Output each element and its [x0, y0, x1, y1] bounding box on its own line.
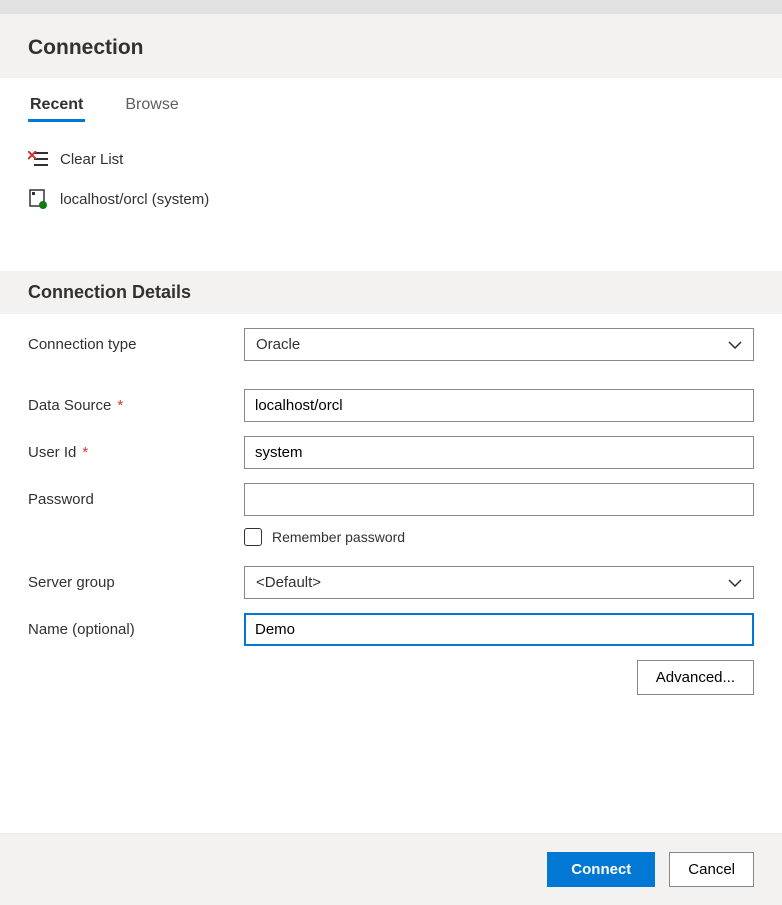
row-remember: Remember password	[244, 528, 754, 546]
advanced-button-wrap: Advanced...	[28, 660, 754, 695]
server-group-value: <Default>	[256, 574, 321, 591]
label-name: Name (optional)	[28, 621, 244, 638]
label-data-source: Data Source *	[28, 397, 244, 414]
recent-connection-item[interactable]: localhost/orcl (system)	[28, 181, 754, 221]
password-input[interactable]	[244, 483, 754, 516]
label-data-source-text: Data Source	[28, 397, 111, 414]
row-data-source: Data Source *	[28, 389, 754, 422]
name-input[interactable]	[244, 613, 754, 646]
advanced-button[interactable]: Advanced...	[637, 660, 754, 695]
connection-details-form: Connection type Oracle Data Source * Use…	[0, 314, 782, 713]
connection-type-value: Oracle	[256, 336, 300, 353]
tab-browse[interactable]: Browse	[123, 92, 180, 121]
row-name: Name (optional)	[28, 613, 754, 646]
details-section-header: Connection Details	[0, 271, 782, 314]
row-password: Password	[28, 483, 754, 516]
tabs-panel: Recent Browse Clear List	[0, 78, 782, 271]
connection-header: Connection	[0, 14, 782, 78]
server-online-icon	[28, 189, 48, 209]
required-marker: *	[117, 397, 123, 414]
window-top-strip	[0, 0, 782, 14]
connect-button[interactable]: Connect	[547, 852, 655, 887]
row-user-id: User Id *	[28, 436, 754, 469]
tab-recent[interactable]: Recent	[28, 92, 85, 121]
connection-type-select-wrap: Oracle	[244, 328, 754, 361]
row-server-group: Server group <Default>	[28, 566, 754, 599]
data-source-input[interactable]	[244, 389, 754, 422]
remember-password-checkbox[interactable]	[244, 528, 262, 546]
server-group-select[interactable]: <Default>	[244, 566, 754, 599]
label-user-id-text: User Id	[28, 444, 76, 461]
cancel-button[interactable]: Cancel	[669, 852, 754, 887]
label-connection-type: Connection type	[28, 336, 244, 353]
connection-type-select[interactable]: Oracle	[244, 328, 754, 361]
recent-list: Clear List localhost/orcl (system)	[28, 141, 754, 261]
label-password: Password	[28, 491, 244, 508]
clear-list-button[interactable]: Clear List	[28, 141, 754, 181]
remember-password-label: Remember password	[272, 529, 405, 545]
user-id-input[interactable]	[244, 436, 754, 469]
server-group-select-wrap: <Default>	[244, 566, 754, 599]
label-server-group: Server group	[28, 574, 244, 591]
row-connection-type: Connection type Oracle	[28, 328, 754, 361]
clear-list-icon	[28, 149, 48, 169]
label-user-id: User Id *	[28, 444, 244, 461]
tabstrip: Recent Browse	[28, 92, 754, 121]
recent-connection-label: localhost/orcl (system)	[60, 191, 209, 208]
clear-list-label: Clear List	[60, 151, 123, 168]
page-title: Connection	[28, 36, 754, 78]
required-marker: *	[82, 444, 88, 461]
dialog-footer: Connect Cancel	[0, 833, 782, 905]
